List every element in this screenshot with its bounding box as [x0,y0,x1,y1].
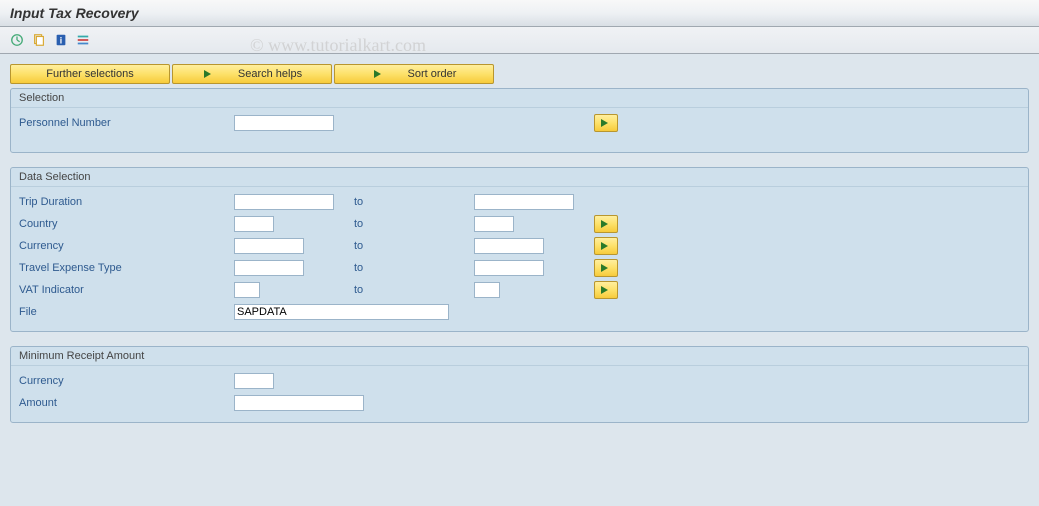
travel-exp-multi-button[interactable] [594,259,618,277]
app-toolbar: i [0,27,1039,54]
data-selection-group: Data Selection Trip Duration to Country … [10,167,1029,332]
country-row: Country to [11,213,1028,235]
search-helps-button[interactable]: Search helps [172,64,332,84]
travel-exp-to-input[interactable] [474,260,544,276]
travel-exp-row: Travel Expense Type to [11,257,1028,279]
vat-to-label: to [354,284,363,296]
currency-row: Currency to [11,235,1028,257]
country-from-input[interactable] [234,216,274,232]
vat-label: VAT Indicator [19,284,234,296]
title-text: Input Tax Recovery [10,5,139,21]
min-currency-row: Currency [11,370,1028,392]
vat-row: VAT Indicator to [11,279,1028,301]
vat-multi-button[interactable] [594,281,618,299]
file-row: File [11,301,1028,323]
selection-group-title: Selection [11,89,1028,108]
trip-duration-row: Trip Duration to [11,191,1028,213]
country-to-label: to [354,218,363,230]
file-label: File [19,306,234,318]
trip-duration-from-input[interactable] [234,194,334,210]
personnel-input[interactable] [234,115,334,131]
min-receipt-title: Minimum Receipt Amount [11,347,1028,366]
trip-duration-to-input[interactable] [474,194,574,210]
further-selections-button[interactable]: Further selections [10,64,170,84]
travel-exp-from-input[interactable] [234,260,304,276]
svg-text:i: i [60,36,62,46]
variant-icon[interactable] [30,31,48,49]
min-amount-input[interactable] [234,395,364,411]
travel-exp-to-label: to [354,262,363,274]
sort-order-label: Sort order [408,68,457,80]
personnel-row: Personnel Number [11,112,1028,134]
personnel-label: Personnel Number [19,117,234,129]
currency-multi-button[interactable] [594,237,618,255]
top-button-row: Further selections Search helps Sort ord… [10,64,1029,84]
country-label: Country [19,218,234,230]
selection-group: Selection Personnel Number [10,88,1029,153]
currency-from-input[interactable] [234,238,304,254]
content-area: Further selections Search helps Sort ord… [0,54,1039,447]
min-currency-label: Currency [19,375,234,387]
further-selections-label: Further selections [46,68,133,80]
page-title: Input Tax Recovery [0,0,1039,27]
info-icon[interactable]: i [52,31,70,49]
travel-exp-label: Travel Expense Type [19,262,234,274]
currency-to-label: to [354,240,363,252]
country-multi-button[interactable] [594,215,618,233]
country-to-input[interactable] [474,216,514,232]
filter-icon[interactable] [74,31,92,49]
min-amount-row: Amount [11,392,1028,414]
trip-duration-label: Trip Duration [19,196,234,208]
file-input[interactable] [234,304,449,320]
currency-to-input[interactable] [474,238,544,254]
currency-label: Currency [19,240,234,252]
search-helps-label: Search helps [238,68,302,80]
min-amount-label: Amount [19,397,234,409]
vat-from-input[interactable] [234,282,260,298]
trip-duration-to-label: to [354,196,363,208]
data-selection-group-title: Data Selection [11,168,1028,187]
vat-to-input[interactable] [474,282,500,298]
min-currency-input[interactable] [234,373,274,389]
min-receipt-group: Minimum Receipt Amount Currency Amount [10,346,1029,423]
sort-order-button[interactable]: Sort order [334,64,494,84]
personnel-multi-button[interactable] [594,114,618,132]
execute-icon[interactable] [8,31,26,49]
